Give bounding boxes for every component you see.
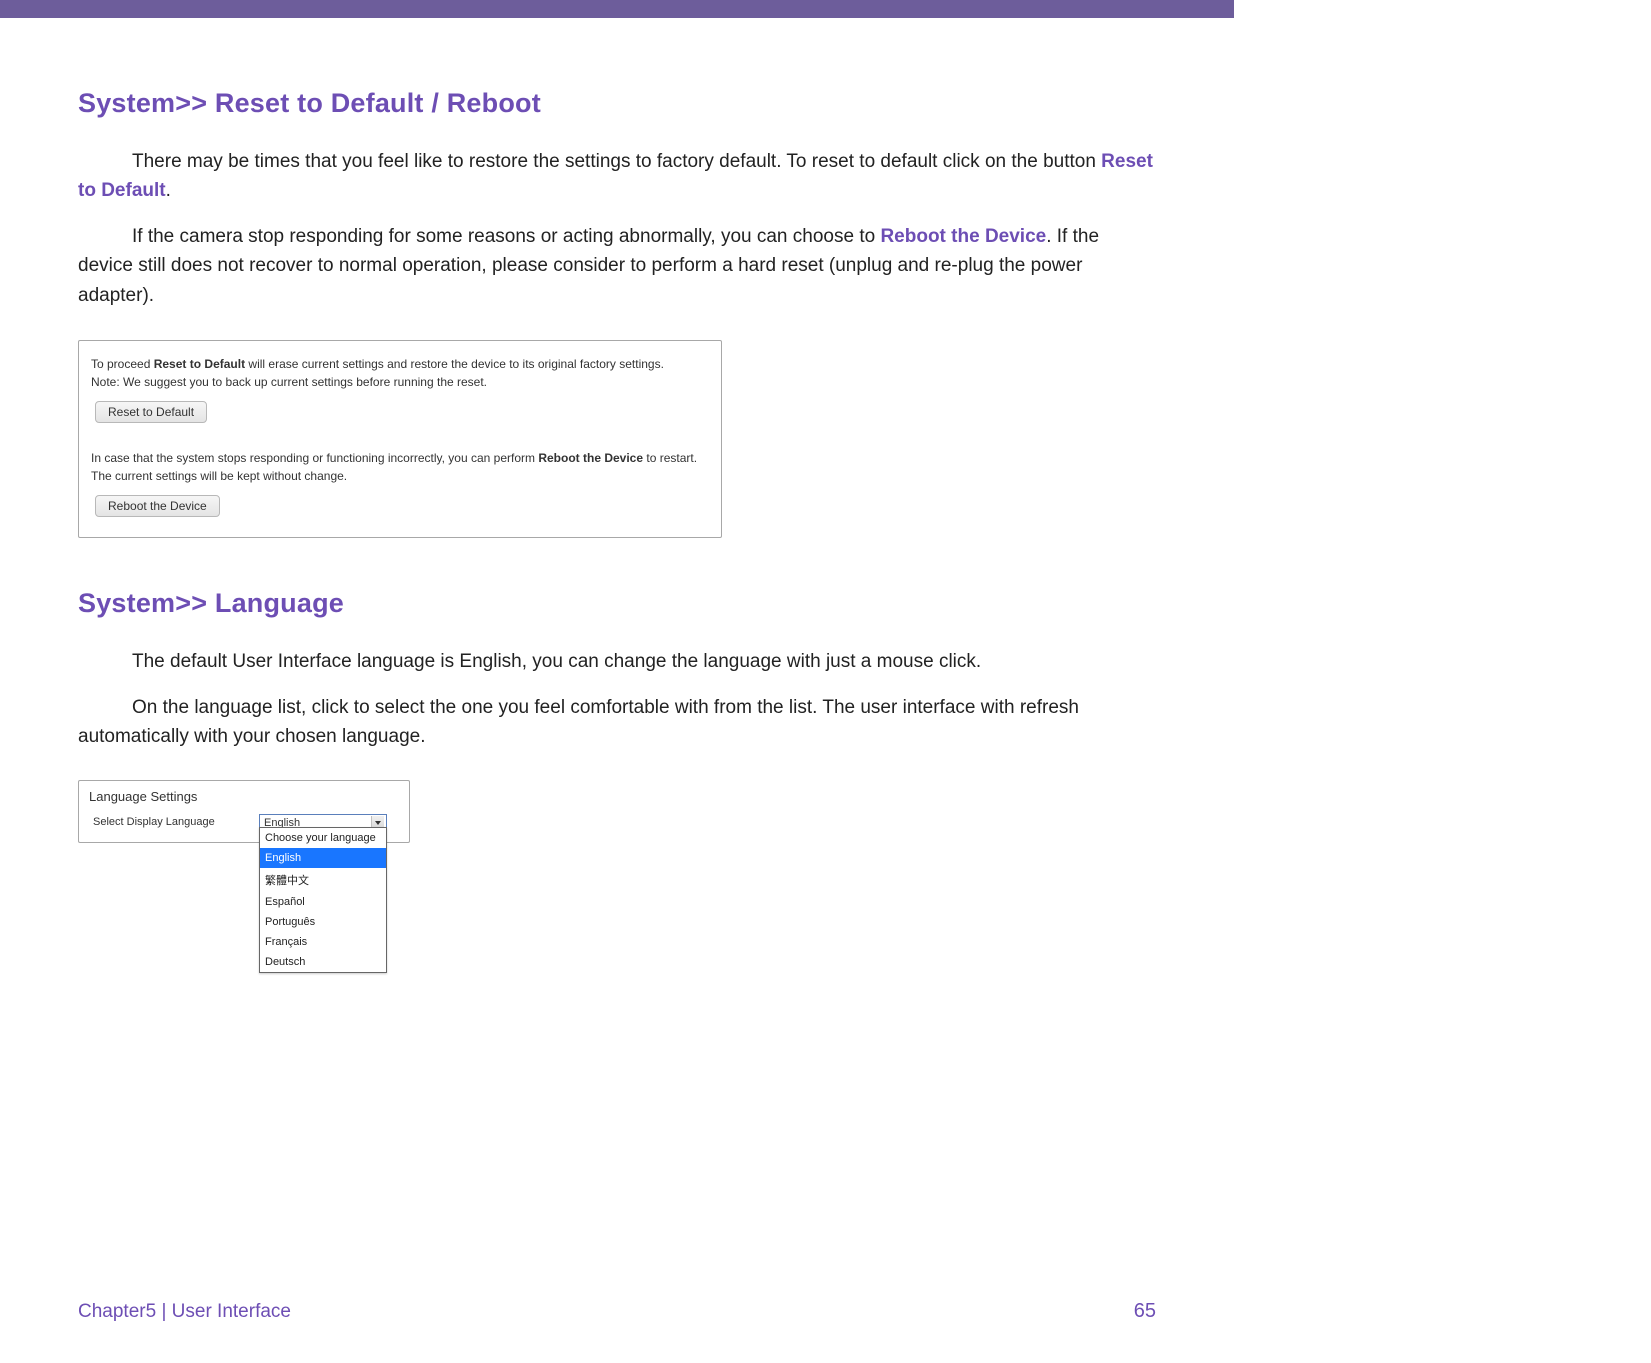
inline-action-reboot-device: Reboot the Device xyxy=(880,226,1046,247)
text-bold: Reboot the Device xyxy=(538,451,643,465)
text: In case that the system stops responding… xyxy=(91,451,538,465)
language-option[interactable]: Deutsch xyxy=(260,952,386,972)
text-bold: Reset to Default xyxy=(154,357,245,371)
language-dropdown: Choose your languageEnglish繁體中文EspañolPo… xyxy=(259,827,387,973)
language-option[interactable]: Français xyxy=(260,932,386,952)
footer-chapter: Chapter5 | User Interface xyxy=(78,1301,291,1323)
reboot-description: In case that the system stops responding… xyxy=(91,449,709,485)
paragraph-lang-1: The default User Interface language is E… xyxy=(78,647,1156,676)
page-footer: Chapter5 | User Interface 65 xyxy=(78,1300,1156,1323)
heading-language: System>> Language xyxy=(78,588,1156,619)
language-option[interactable]: Choose your language xyxy=(260,828,386,848)
reset-description: To proceed Reset to Default will erase c… xyxy=(91,355,709,373)
language-option[interactable]: 繁體中文 xyxy=(260,868,386,892)
text: will erase current settings and restore … xyxy=(245,357,664,371)
language-option[interactable]: English xyxy=(260,848,386,868)
reboot-device-button[interactable]: Reboot the Device xyxy=(95,495,220,517)
paragraph-reset-1: There may be times that you feel like to… xyxy=(78,147,1156,206)
text: To proceed xyxy=(91,357,154,371)
heading-reset: System>> Reset to Default / Reboot xyxy=(78,88,1156,119)
language-settings-panel: Language Settings Select Display Languag… xyxy=(78,780,410,843)
text: There may be times that you feel like to… xyxy=(132,151,1101,172)
document-page: System>> Reset to Default / Reboot There… xyxy=(0,88,1234,1363)
language-option[interactable]: Português xyxy=(260,912,386,932)
language-option[interactable]: Español xyxy=(260,892,386,912)
select-language-label: Select Display Language xyxy=(89,814,259,828)
top-accent-bar xyxy=(0,0,1234,18)
language-settings-title: Language Settings xyxy=(89,789,399,804)
reset-note: Note: We suggest you to back up current … xyxy=(91,373,709,391)
text: If the camera stop responding for some r… xyxy=(132,226,880,247)
text: . xyxy=(166,180,171,201)
reset-to-default-button[interactable]: Reset to Default xyxy=(95,401,207,423)
paragraph-lang-2: On the language list, click to select th… xyxy=(78,693,1156,752)
footer-page-number: 65 xyxy=(1134,1300,1156,1323)
paragraph-reset-2: If the camera stop responding for some r… xyxy=(78,222,1156,310)
reset-reboot-panel: To proceed Reset to Default will erase c… xyxy=(78,340,722,538)
